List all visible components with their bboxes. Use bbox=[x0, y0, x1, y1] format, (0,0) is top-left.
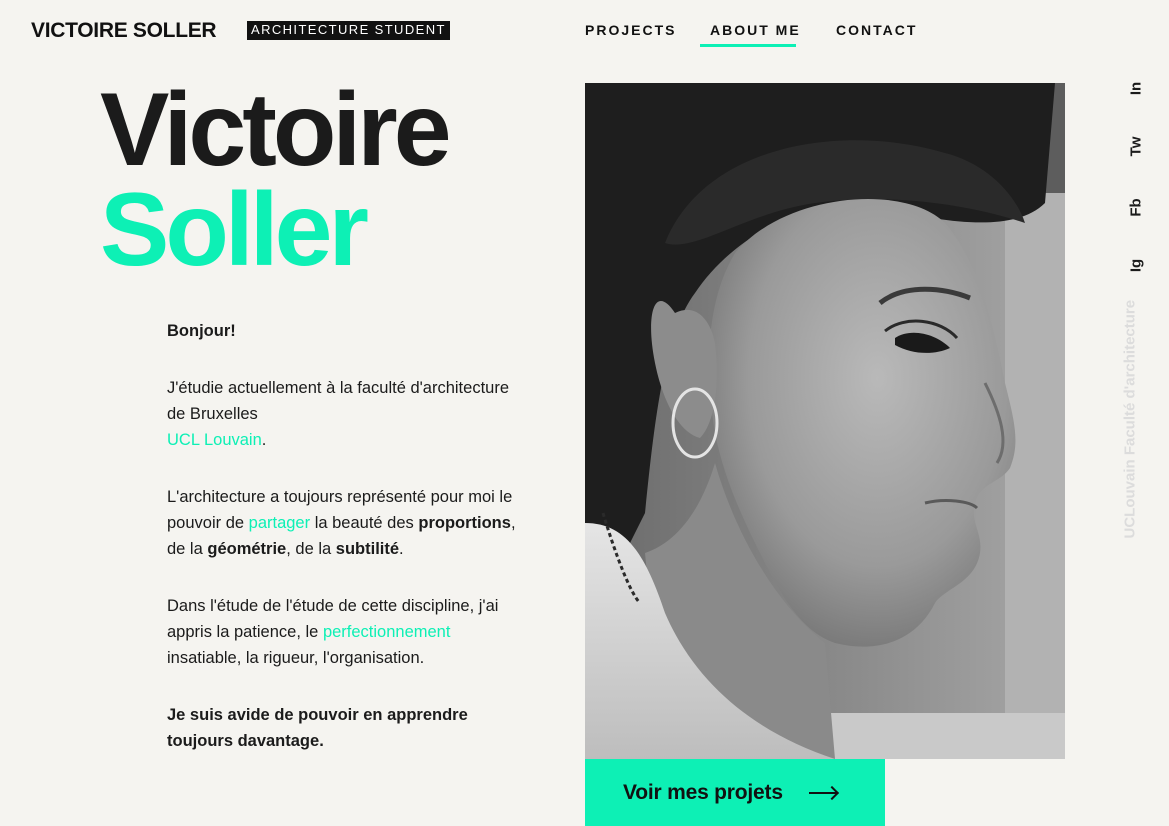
nav-projects[interactable]: PROJECTS bbox=[585, 21, 710, 39]
social-link-facebook[interactable]: Fb bbox=[1128, 193, 1145, 223]
nav-about-me[interactable]: ABOUT ME bbox=[700, 21, 836, 47]
bio-paragraph-3: Dans l'étude de l'étude de cette discipl… bbox=[167, 593, 517, 671]
p2-bold-proportions: proportions bbox=[418, 514, 511, 532]
p2-bold-geometrie: géométrie bbox=[207, 540, 287, 558]
greeting-text: Bonjour! bbox=[167, 322, 236, 340]
cta-label: Voir mes projets bbox=[623, 780, 783, 804]
nav-about-me-label: ABOUT ME bbox=[710, 22, 801, 38]
p3-b: insatiable, la rigueur, l'organisation. bbox=[167, 649, 425, 667]
bio-greeting: Bonjour! bbox=[167, 318, 517, 344]
main-nav: PROJECTS ABOUT ME CONTACT bbox=[585, 21, 917, 47]
perfectionnement-link[interactable]: perfectionnement bbox=[323, 623, 451, 641]
role-tag: ARCHITECTURE STUDENT bbox=[247, 21, 450, 40]
nav-contact[interactable]: CONTACT bbox=[836, 21, 917, 39]
arrow-right-icon bbox=[808, 791, 837, 794]
closing-text: Je suis avide de pouvoir en apprendre to… bbox=[167, 706, 468, 750]
portrait-image bbox=[585, 83, 1065, 759]
p1-text: J'étudie actuellement à la faculté d'arc… bbox=[167, 379, 509, 423]
p2-d: , de la bbox=[286, 540, 336, 558]
view-projects-button[interactable]: Voir mes projets bbox=[585, 759, 885, 826]
social-link-twitter[interactable]: Tw bbox=[1128, 132, 1145, 162]
social-link-linkedin[interactable]: In bbox=[1128, 74, 1145, 104]
social-link-instagram[interactable]: Ig bbox=[1128, 251, 1145, 281]
p2-b: la beauté des bbox=[310, 514, 419, 532]
bio-paragraph-1: J'étudie actuellement à la faculté d'arc… bbox=[167, 375, 517, 453]
university-vertical-label: UCLouvain Faculté d'architecture bbox=[1121, 299, 1139, 539]
ucl-louvain-link[interactable]: UCL Louvain bbox=[167, 431, 262, 449]
site-logo[interactable]: VICTOIRE SOLLER bbox=[31, 19, 217, 43]
bio-closing: Je suis avide de pouvoir en apprendre to… bbox=[167, 702, 517, 754]
p2-bold-subtilite: subtilité bbox=[335, 540, 400, 558]
portrait-photo bbox=[585, 83, 1065, 759]
bio-paragraph-2: L'architecture a toujours représenté pou… bbox=[167, 484, 517, 562]
partager-link[interactable]: partager bbox=[249, 514, 310, 532]
p1-end: . bbox=[261, 431, 267, 449]
bio-text: Bonjour! J'étudie actuellement à la facu… bbox=[167, 318, 517, 785]
hero-last-name: Soller bbox=[100, 172, 369, 288]
nav-active-indicator bbox=[700, 44, 796, 47]
p2-e: . bbox=[399, 540, 404, 558]
hero-first-name: Victoire bbox=[100, 72, 452, 188]
